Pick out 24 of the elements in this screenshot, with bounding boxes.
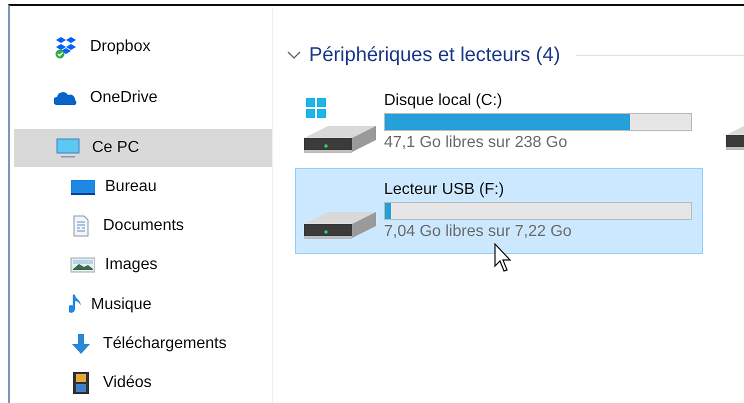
sidebar-item[interactable]: OneDrive [14,78,272,117]
music-note-icon [69,294,81,316]
down-arrow-icon [69,332,93,356]
mouse-pointer-icon [494,243,512,273]
sidebar-item[interactable]: Bureau [14,167,272,207]
sidebar-item[interactable]: Dropbox [14,28,272,66]
sidebar-item[interactable]: Musique [14,285,272,324]
sidebar-item[interactable]: Téléchargements [14,324,272,364]
section-title: Périphériques et lecteurs (4) [309,44,560,66]
sidebar-item[interactable]: Images [14,246,272,286]
sidebar-item[interactable]: Ce PC [14,128,272,168]
sidebar-item[interactable]: Vidéos [14,364,272,403]
free-space-text: 47,1 Go libres sur 238 Go [384,134,568,152]
drive-name: Disque local (C:) [384,92,504,110]
drive-icon [304,212,376,238]
sidebar-item[interactable]: Documents [14,206,272,246]
drive-tile[interactable]: Lecteur USB (F:) 7,04 Go libres sur 7,22 Go [295,168,703,254]
system-drive-icon [304,98,376,153]
box-stack-icon [54,35,78,60]
chevron-icon[interactable] [287,50,301,60]
drive-name: Lecteur USB (F:) [384,181,506,199]
free-space-text: 7,04 Go libres sur 7,22 Go [384,223,573,241]
monitor-icon [54,136,80,160]
drive-tile[interactable]: Disque local (C:) 47,1 Go libres sur 238 Go [295,79,703,165]
